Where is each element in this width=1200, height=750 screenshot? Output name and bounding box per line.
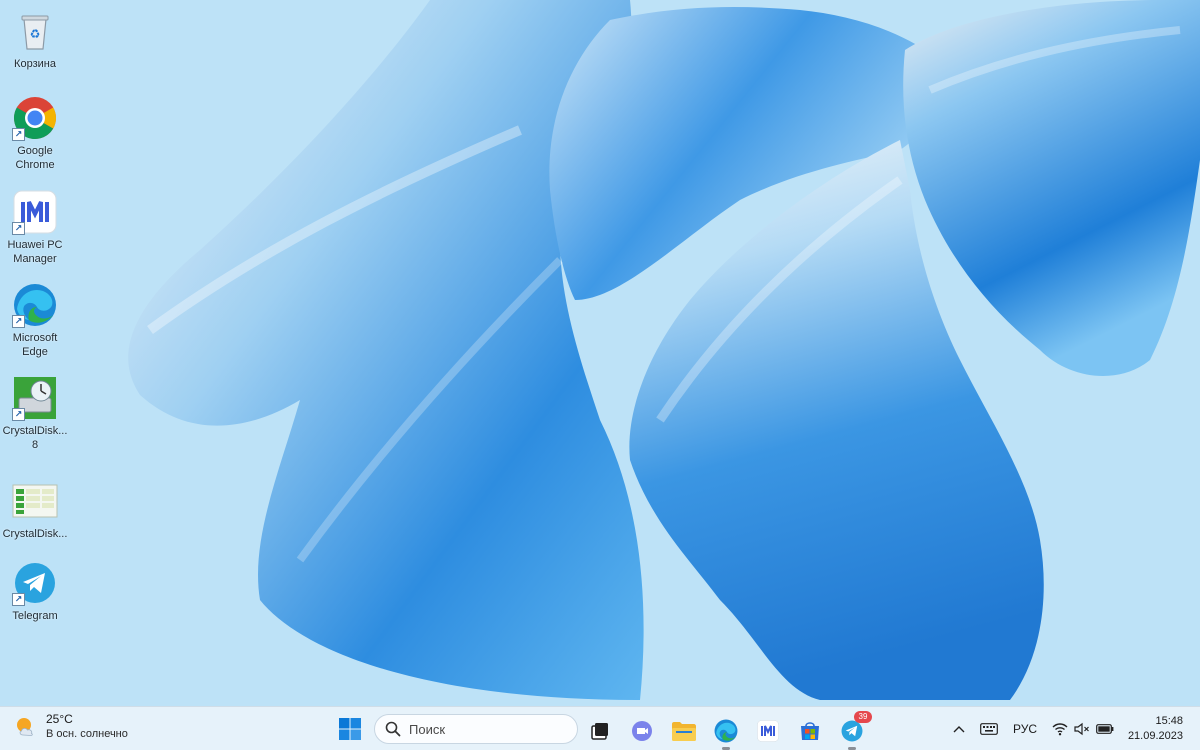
taskbar-huawei-pc-manager-button[interactable] [752, 715, 784, 747]
windows-logo-icon [339, 718, 361, 740]
task-view-icon [591, 723, 608, 740]
weather-widget[interactable]: 25°C В осн. солнечно [14, 712, 128, 742]
huawei-pc-manager-icon: ↗ [12, 189, 58, 235]
sun-cloud-icon [17, 718, 33, 736]
clock-time: 15:48 [1155, 715, 1183, 727]
desktop-icon-crystaldiskmark[interactable]: CrystalDisk... [2, 478, 68, 541]
edge-icon: ↗ [12, 282, 58, 328]
keyboard-icon [980, 723, 998, 735]
wifi-icon [1052, 723, 1068, 736]
show-hidden-icons-button[interactable] [950, 719, 968, 739]
telegram-icon [841, 720, 863, 742]
taskbar-edge-button[interactable] [710, 715, 742, 750]
svg-text:♻: ♻ [30, 27, 41, 41]
desktop-icon-label: Корзина [14, 58, 56, 70]
folder-icon [672, 722, 696, 741]
wallpaper-image [0, 0, 1200, 706]
desktop[interactable]: ♻ Корзина ↗ Google Chrome ↗ Huawei PC Ma… [0, 0, 1200, 750]
desktop-icon-label: CrystalDisk... [2, 528, 68, 540]
crystaldiskmark-icon [12, 478, 58, 524]
battery-icon [1096, 724, 1114, 734]
desktop-icon-label: Huawei PC Manager [7, 239, 63, 265]
volume-button[interactable] [1072, 719, 1092, 739]
taskbar-task-view-button[interactable] [584, 715, 616, 747]
shortcut-arrow-icon: ↗ [12, 128, 25, 141]
taskbar-store-button[interactable] [794, 715, 826, 747]
desktop-icon-label: Microsoft Edge [12, 332, 58, 358]
clock-date-button[interactable]: 15:48 21.09.2023 [1128, 714, 1183, 744]
taskbar-search-box[interactable]: Поиск [374, 714, 578, 744]
huawei-pc-manager-icon [757, 720, 779, 742]
battery-button[interactable] [1094, 719, 1116, 739]
start-button[interactable] [336, 715, 364, 743]
weather-condition: В осн. солнечно [46, 728, 128, 740]
desktop-icon-label: Google Chrome [15, 145, 55, 171]
shortcut-arrow-icon: ↗ [12, 315, 25, 328]
taskbar-teams-button[interactable] [626, 715, 658, 747]
desktop-icon-huawei-pc-manager[interactable]: ↗ Huawei PC Manager [2, 189, 68, 266]
desktop-icon-google-chrome[interactable]: ↗ Google Chrome [2, 95, 68, 172]
desktop-icon-recycle-bin[interactable]: ♻ Корзина [2, 8, 68, 71]
telegram-icon: ↗ [12, 560, 58, 606]
store-icon [801, 722, 819, 740]
taskbar: 25°C В осн. солнечно Поиск 39 РУС 15:48 … [0, 706, 1200, 750]
teams-icon [632, 721, 652, 741]
edge-icon [714, 719, 738, 743]
clock-date: 21.09.2023 [1127, 730, 1183, 742]
taskbar-telegram-button[interactable]: 39 [836, 711, 872, 750]
chrome-icon: ↗ [12, 95, 58, 141]
shortcut-arrow-icon: ↗ [12, 593, 25, 606]
notification-badge: 39 [854, 711, 872, 723]
network-button[interactable] [1050, 719, 1070, 739]
desktop-icon-microsoft-edge[interactable]: ↗ Microsoft Edge [2, 282, 68, 359]
desktop-icon-label: CrystalDisk... 8 [2, 425, 68, 451]
input-language-button[interactable]: РУС [1010, 719, 1040, 739]
shortcut-arrow-icon: ↗ [12, 408, 25, 421]
volume-muted-icon [1074, 722, 1089, 736]
touch-keyboard-button[interactable] [978, 719, 1000, 739]
desktop-icon-label: Telegram [12, 610, 58, 622]
taskbar-file-explorer-button[interactable] [668, 715, 700, 747]
crystaldiskinfo-icon: ↗ [12, 375, 58, 421]
recycle-bin-icon: ♻ [12, 8, 58, 54]
search-icon [385, 721, 401, 737]
desktop-icon-telegram[interactable]: ↗ Telegram [2, 560, 68, 623]
chevron-up-icon [953, 726, 965, 733]
desktop-icon-crystaldiskinfo[interactable]: ↗ CrystalDisk... 8 [2, 375, 68, 452]
weather-temperature: 25°C [46, 712, 73, 726]
shortcut-arrow-icon: ↗ [12, 222, 25, 235]
search-placeholder: Поиск [409, 721, 446, 737]
